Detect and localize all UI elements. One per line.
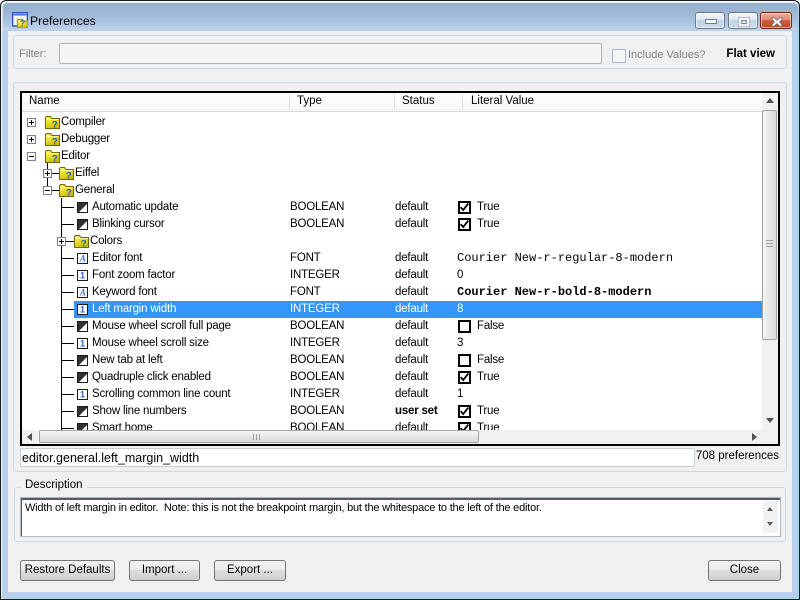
svg-text:A: A (79, 254, 86, 264)
svg-text:1: 1 (80, 390, 85, 400)
svg-text:?: ? (66, 171, 72, 180)
svg-text:?: ? (20, 18, 25, 28)
svg-text:1: 1 (80, 305, 85, 315)
svg-text:?: ? (52, 120, 58, 129)
svg-text:?: ? (81, 239, 87, 248)
svg-text:?: ? (52, 137, 58, 146)
svg-text:1: 1 (80, 271, 85, 281)
svg-text:1: 1 (80, 339, 85, 349)
svg-text:?: ? (66, 188, 72, 197)
svg-text:A: A (79, 288, 86, 298)
svg-text:?: ? (52, 154, 58, 163)
